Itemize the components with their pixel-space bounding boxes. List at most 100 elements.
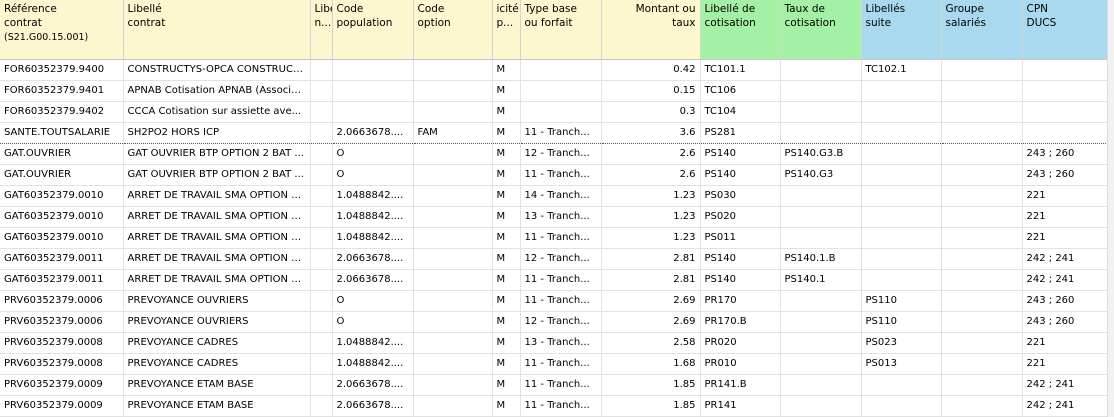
cell-taux-cotisation[interactable]: PS140.1 — [780, 269, 862, 291]
cell-taux-cotisation[interactable] — [780, 122, 862, 144]
cell-code-option[interactable] — [413, 143, 493, 165]
cell-periodicite[interactable]: M — [492, 143, 521, 165]
cell-type-base[interactable]: 14 - Tranch... — [520, 185, 602, 207]
cell-libelle-cotisation[interactable]: PR010 — [700, 353, 781, 375]
cell-reference[interactable]: GAT60352379.0011 — [0, 248, 124, 270]
cell-libelle-n[interactable] — [310, 143, 333, 165]
cell-montant-taux[interactable]: 1.85 — [601, 374, 701, 396]
cell-libelles-suite[interactable]: PS023 — [861, 332, 942, 354]
cell-taux-cotisation[interactable] — [780, 311, 862, 333]
cell-libelle-contrat[interactable]: SH2PO2 HORS ICP — [123, 122, 311, 144]
cell-cpn-ducs[interactable] — [1022, 80, 1109, 102]
cell-periodicite[interactable]: M — [492, 59, 521, 81]
cell-libelle-cotisation[interactable]: PR141 — [700, 395, 781, 417]
cell-code-option[interactable] — [413, 290, 493, 312]
cell-libelle-contrat[interactable]: CONSTRUCTYS-OPCA CONSTRUCTI... — [123, 59, 311, 81]
cell-cpn-ducs[interactable]: 242 ; 241 — [1022, 269, 1109, 291]
cell-periodicite[interactable]: M — [492, 206, 521, 228]
cell-periodicite[interactable]: M — [492, 80, 521, 102]
cell-libelle-n[interactable] — [310, 311, 333, 333]
cell-cpn-ducs[interactable] — [1022, 122, 1109, 144]
column-header-libelle-cotisation[interactable]: Libellé de cotisation — [700, 0, 781, 60]
cell-libelles-suite[interactable] — [861, 101, 942, 123]
cell-libelle-cotisation[interactable]: TC106 — [700, 80, 781, 102]
cell-code-population[interactable] — [332, 80, 414, 102]
cell-code-option[interactable] — [413, 374, 493, 396]
cell-code-population[interactable]: 2.0663678.... — [332, 395, 414, 417]
cell-libelles-suite[interactable] — [861, 185, 942, 207]
column-header-taux-cotisation[interactable]: Taux de cotisation — [780, 0, 862, 60]
cell-reference[interactable]: GAT.OUVRIER — [0, 164, 124, 186]
table-row[interactable]: PRV60352379.0006 PREVOYANCE OUVRIERS O M 12 … — [0, 311, 1109, 333]
cell-code-population[interactable]: 2.0663678.... — [332, 122, 414, 144]
cell-periodicite[interactable]: M — [492, 395, 521, 417]
cell-code-population[interactable]: 2.0663678.... — [332, 248, 414, 270]
cell-montant-taux[interactable]: 0.3 — [601, 101, 701, 123]
cell-groupe-salaries[interactable] — [941, 248, 1023, 270]
cell-reference[interactable]: PRV60352379.0009 — [0, 395, 124, 417]
cell-montant-taux[interactable]: 1.85 — [601, 395, 701, 417]
cell-type-base[interactable] — [520, 101, 602, 123]
cell-libelles-suite[interactable] — [861, 269, 942, 291]
cell-libelles-suite[interactable] — [861, 164, 942, 186]
cell-type-base[interactable]: 11 - Tranch... — [520, 353, 602, 375]
cell-libelle-contrat[interactable]: ARRET DE TRAVAIL SMA OPTION 1 (... — [123, 185, 311, 207]
cell-libelle-cotisation[interactable]: PS281 — [700, 122, 781, 144]
cell-type-base[interactable]: 11 - Tranch... — [520, 122, 602, 144]
cell-libelles-suite[interactable] — [861, 80, 942, 102]
cell-groupe-salaries[interactable] — [941, 395, 1023, 417]
cell-groupe-salaries[interactable] — [941, 164, 1023, 186]
cell-periodicite[interactable]: M — [492, 185, 521, 207]
cell-montant-taux[interactable]: 2.69 — [601, 311, 701, 333]
cell-libelle-n[interactable] — [310, 332, 333, 354]
table-row[interactable]: GAT60352379.0010 ARRET DE TRAVAIL SMA OPT… — [0, 185, 1109, 207]
cell-taux-cotisation[interactable] — [780, 59, 862, 81]
cell-libelle-cotisation[interactable]: TC101.1 — [700, 59, 781, 81]
cell-montant-taux[interactable]: 2.81 — [601, 248, 701, 270]
cell-type-base[interactable]: 12 - Tranch... — [520, 248, 602, 270]
cell-code-option[interactable] — [413, 353, 493, 375]
cell-cpn-ducs[interactable]: 243 ; 260 — [1022, 143, 1109, 165]
cell-cpn-ducs[interactable]: 221 — [1022, 206, 1109, 228]
cell-type-base[interactable] — [520, 59, 602, 81]
cell-reference[interactable]: GAT60352379.0010 — [0, 185, 124, 207]
cell-code-option[interactable] — [413, 269, 493, 291]
cell-type-base[interactable]: 11 - Tranch... — [520, 290, 602, 312]
cell-libelle-cotisation[interactable]: PR141.B — [700, 374, 781, 396]
table-row[interactable]: FOR60352379.9400 CONSTRUCTYS-OPCA CONSTRU… — [0, 59, 1109, 81]
cell-libelle-cotisation[interactable]: PR170.B — [700, 311, 781, 333]
cell-code-option[interactable] — [413, 80, 493, 102]
cell-libelle-contrat[interactable]: ARRET DE TRAVAIL SMA OPTION 1 (... — [123, 206, 311, 228]
cell-code-option[interactable] — [413, 59, 493, 81]
cell-libelle-contrat[interactable]: GAT OUVRIER BTP OPTION 2 BAT ... — [123, 143, 311, 165]
cell-groupe-salaries[interactable] — [941, 80, 1023, 102]
cell-cpn-ducs[interactable]: 242 ; 241 — [1022, 395, 1109, 417]
column-header-libelle-contrat[interactable]: Libellé contrat — [123, 0, 311, 60]
column-header-periodicite[interactable]: icité p... — [492, 0, 521, 60]
cell-montant-taux[interactable]: 2.58 — [601, 332, 701, 354]
cell-libelle-cotisation[interactable]: PS011 — [700, 227, 781, 249]
cell-libelles-suite[interactable]: PS013 — [861, 353, 942, 375]
cell-cpn-ducs[interactable]: 221 — [1022, 227, 1109, 249]
cell-libelle-contrat[interactable]: ARRET DE TRAVAIL SMA OPTION 5 (... — [123, 248, 311, 270]
cell-reference[interactable]: FOR60352379.9401 — [0, 80, 124, 102]
cell-cpn-ducs[interactable]: 221 — [1022, 332, 1109, 354]
table-row[interactable]: PRV60352379.0009 PREVOYANCE ETAM BASE 2.06… — [0, 374, 1109, 396]
table-row[interactable]: GAT60352379.0011 ARRET DE TRAVAIL SMA OPT… — [0, 269, 1109, 291]
cell-reference[interactable]: PRV60352379.0008 — [0, 332, 124, 354]
cell-cpn-ducs[interactable]: 243 ; 260 — [1022, 311, 1109, 333]
cell-code-population[interactable]: O — [332, 311, 414, 333]
cell-montant-taux[interactable]: 1.23 — [601, 206, 701, 228]
cell-type-base[interactable]: 11 - Tranch... — [520, 227, 602, 249]
cell-reference[interactable]: FOR60352379.9400 — [0, 59, 124, 81]
cell-montant-taux[interactable]: 3.6 — [601, 122, 701, 144]
cell-cpn-ducs[interactable]: 243 ; 260 — [1022, 290, 1109, 312]
cell-libelle-contrat[interactable]: APNAB Cotisation APNAB (Associa... — [123, 80, 311, 102]
cell-reference[interactable]: PRV60352379.0006 — [0, 290, 124, 312]
cell-code-population[interactable]: 1.0488842.... — [332, 353, 414, 375]
cell-code-population[interactable]: O — [332, 290, 414, 312]
cell-libelles-suite[interactable] — [861, 227, 942, 249]
cell-libelle-cotisation[interactable]: TC104 — [700, 101, 781, 123]
cell-libelle-n[interactable] — [310, 269, 333, 291]
cell-taux-cotisation[interactable] — [780, 353, 862, 375]
